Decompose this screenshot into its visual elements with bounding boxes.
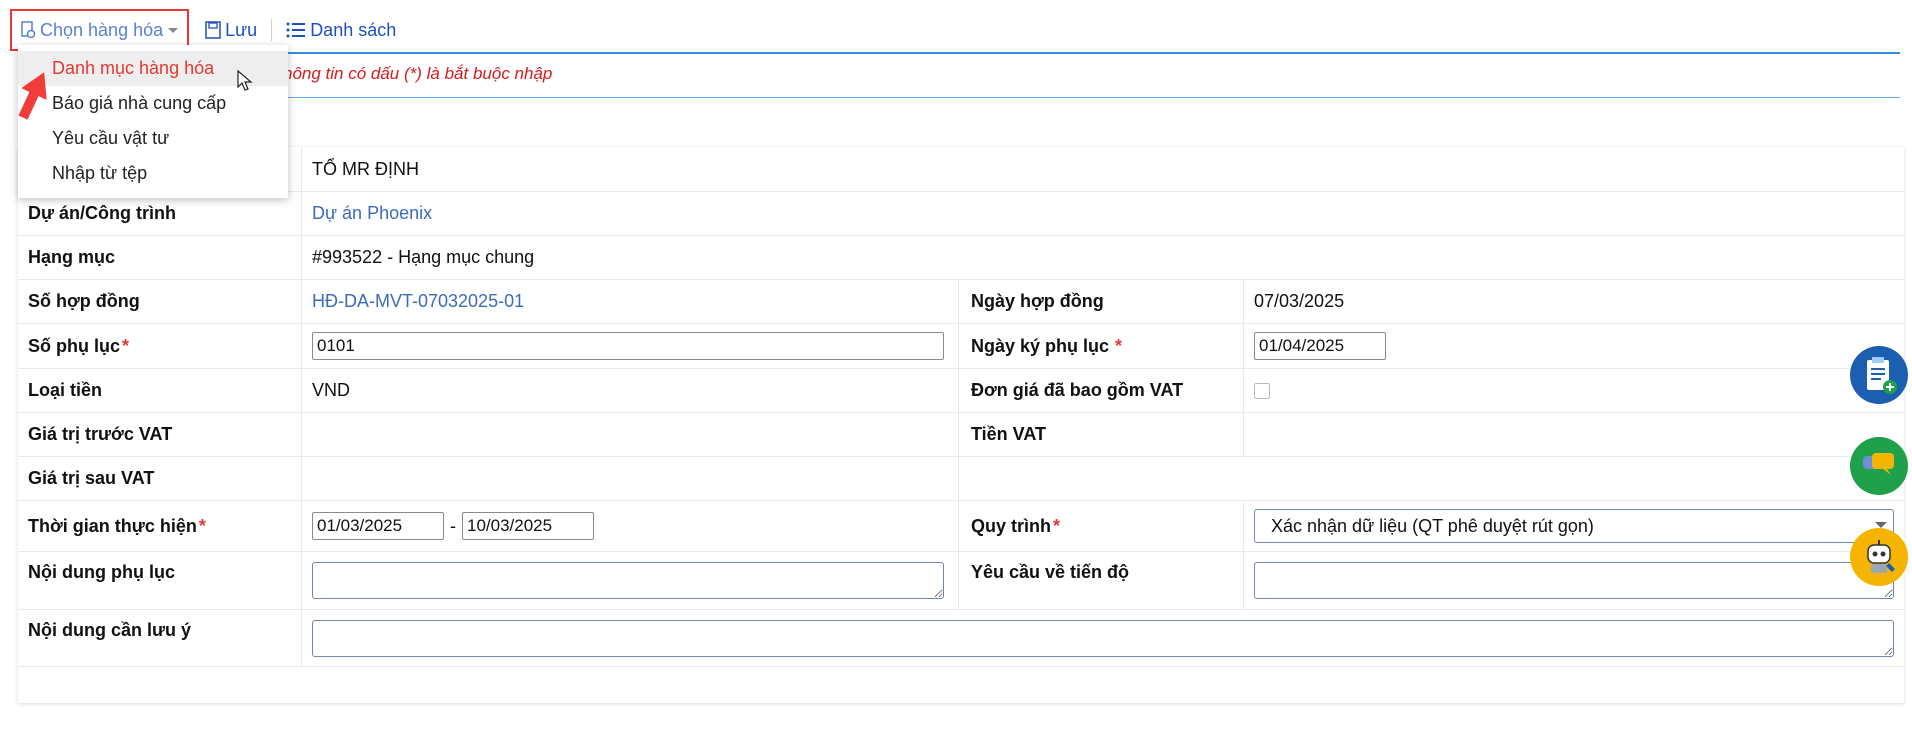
appendix-content-textarea[interactable] — [312, 562, 944, 599]
price-incl-vat-checkbox[interactable] — [1254, 382, 1270, 399]
workflow-selected-value: Xác nhận dữ liệu (QT phê duyệt rút gọn) — [1271, 515, 1594, 536]
appendix-sign-date-label-text: Ngày ký phụ lục — [971, 335, 1110, 356]
project-label: Dự án/Công trình — [28, 203, 177, 223]
empty-label-cell — [958, 457, 1258, 500]
choose-goods-label: Chọn hàng hóa — [40, 19, 164, 40]
form-row-project: Dự án/Công trình Dự án Phoenix — [18, 191, 1904, 235]
progress-req-textarea[interactable] — [1254, 562, 1894, 599]
value-after-vat-value — [301, 457, 961, 500]
toolbar: Chọn hàng hóa Lưu Danh sách — [10, 9, 402, 51]
contract-no-label: Số hợp đồng — [28, 291, 140, 311]
form-row-vat: Giá trị trước VAT Tiền VAT — [18, 412, 1904, 456]
form-row-period: Thời gian thực hiện* - Quy trình* Xác nh… — [18, 500, 1904, 551]
choose-goods-menu: Danh mục hàng hóa Báo giá nhà cung cấp Y… — [18, 45, 288, 198]
save-button[interactable]: Lưu — [199, 11, 263, 49]
menu-item-material-request[interactable]: Yêu cầu vật tư — [18, 121, 288, 156]
unit-value: TỔ MR ĐỊNH — [301, 147, 1904, 191]
period-cell: - — [301, 501, 961, 551]
progress-req-cell — [1243, 552, 1904, 609]
appendix-sign-date-cell — [1243, 324, 1904, 368]
toolbar-divider — [271, 19, 273, 41]
form-card: TỔ MR ĐỊNH Dự án/Công trình Dự án Phoeni… — [18, 147, 1904, 703]
category-label: Hạng mục — [28, 247, 116, 267]
list-button[interactable]: Danh sách — [280, 11, 402, 49]
appendix-no-label-text: Số phụ lục — [28, 335, 120, 356]
appendix-content-label: Nội dung phụ lục — [28, 562, 175, 582]
currency-label: Loại tiền — [28, 380, 103, 400]
appendix-no-cell — [301, 324, 961, 368]
form-row-currency: Loại tiền VND Đơn giá đã bao gồm VAT — [18, 368, 1904, 412]
clipboard-add-icon — [1867, 357, 1897, 394]
required-mark: * — [1053, 515, 1061, 536]
period-to-input[interactable] — [462, 512, 594, 540]
price-incl-vat-cell — [1243, 369, 1904, 412]
currency-value: VND — [301, 369, 961, 412]
price-incl-vat-label: Đơn giá đã bao gồm VAT — [958, 369, 1258, 412]
contract-no-link[interactable]: HĐ-DA-MVT-07032025-01 — [301, 280, 961, 323]
mouse-cursor-icon — [237, 70, 253, 91]
contract-date-label: Ngày hợp đồng — [958, 280, 1258, 323]
notes-cell — [301, 610, 1904, 666]
form-row-unit: TỔ MR ĐỊNH — [18, 147, 1904, 191]
workflow-label: Quy trình * — [958, 501, 1258, 551]
notes-label: Nội dung cần lưu ý — [28, 620, 192, 640]
period-separator: - — [450, 515, 456, 536]
period-label: Thời gian thực hiện * — [28, 501, 298, 551]
required-mark: * — [1115, 335, 1123, 356]
workflow-select[interactable]: Xác nhận dữ liệu (QT phê duyệt rút gọn) — [1254, 509, 1894, 543]
form-row-contract: Số hợp đồng HĐ-DA-MVT-07032025-01 Ngày h… — [18, 279, 1904, 323]
workflow-cell: Xác nhận dữ liệu (QT phê duyệt rút gọn) — [1243, 501, 1904, 551]
list-icon — [286, 22, 306, 38]
form-row-content: Nội dung phụ lục Yêu cầu về tiến độ — [18, 551, 1904, 609]
red-arrow-icon — [18, 72, 47, 120]
period-label-text: Thời gian thực hiện — [28, 515, 197, 536]
workflow-label-text: Quy trình — [971, 515, 1051, 536]
appendix-no-input[interactable] — [312, 332, 944, 360]
contract-date-value: 07/03/2025 — [1243, 280, 1904, 323]
form-row-value-after-vat: Giá trị sau VAT — [18, 456, 1904, 500]
required-note: hông tin có dấu (*) là bắt buộc nhập — [283, 64, 553, 83]
appendix-sign-date-label: Ngày ký phụ lục * — [958, 324, 1258, 368]
period-from-input[interactable] — [312, 512, 444, 540]
toolbar-divider-line — [18, 52, 1900, 54]
value-before-vat-label: Giá trị trước VAT — [28, 424, 173, 444]
notes-textarea[interactable] — [312, 619, 1894, 657]
form-row-appendix: Số phụ lục* Ngày ký phụ lục* — [18, 323, 1904, 368]
form-row-category: Hạng mục #993522 - Hạng mục chung — [18, 235, 1904, 279]
goods-icon — [21, 21, 36, 39]
save-label: Lưu — [225, 19, 258, 40]
menu-item-import-file[interactable]: Nhập từ tệp — [18, 156, 288, 191]
required-mark: * — [122, 335, 130, 356]
value-before-vat-value — [301, 413, 961, 456]
list-label: Danh sách — [310, 19, 397, 40]
chevron-down-icon — [168, 28, 179, 33]
vat-amount-label: Tiền VAT — [958, 413, 1258, 456]
clipboard-add-button[interactable] — [1850, 346, 1908, 404]
save-icon — [205, 21, 221, 39]
chat-button[interactable] — [1850, 437, 1908, 495]
progress-req-label: Yêu cầu về tiến độ — [958, 552, 1258, 609]
value-after-vat-label: Giá trị sau VAT — [28, 468, 155, 488]
category-value: #993522 - Hạng mục chung — [301, 236, 1904, 279]
vat-amount-value — [1243, 413, 1904, 456]
section-divider-line — [18, 97, 1900, 98]
required-mark: * — [198, 515, 206, 536]
chat-icon — [1863, 453, 1894, 475]
robot-icon — [1867, 540, 1895, 573]
appendix-sign-date-input[interactable] — [1254, 332, 1386, 360]
appendix-content-cell — [301, 552, 961, 609]
bot-assistant-button[interactable] — [1850, 528, 1908, 586]
form-row-notes: Nội dung cần lưu ý — [18, 609, 1904, 667]
appendix-no-label: Số phụ lục * — [28, 324, 298, 368]
project-link[interactable]: Dự án Phoenix — [301, 192, 1904, 235]
